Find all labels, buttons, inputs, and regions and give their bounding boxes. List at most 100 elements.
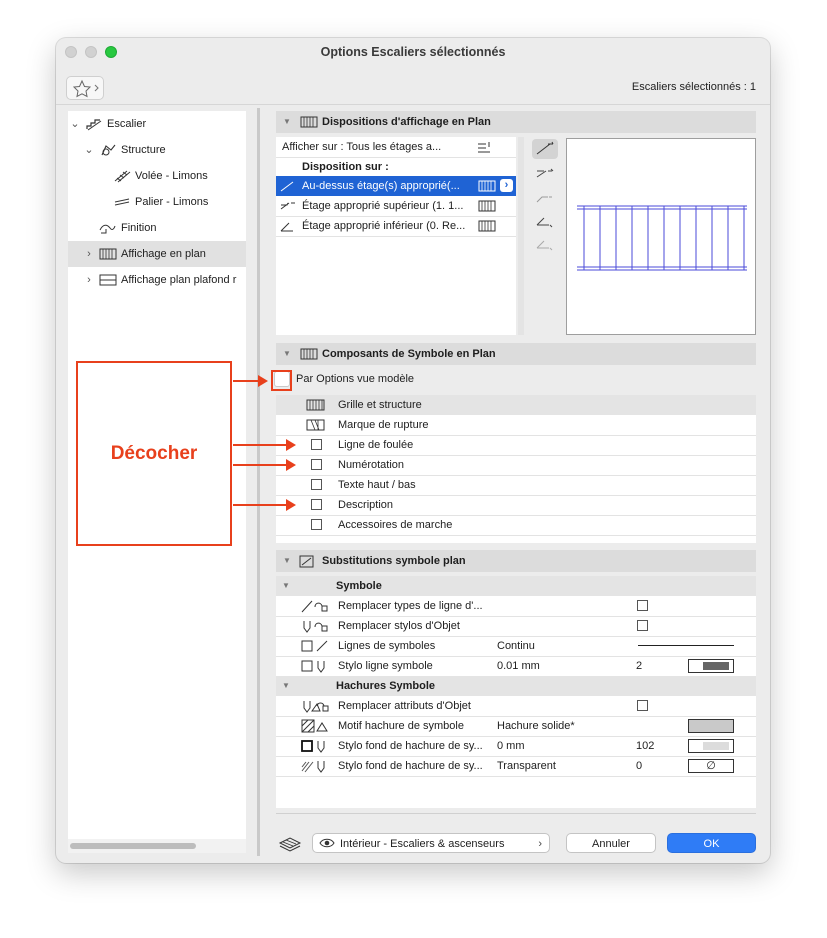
list-scrollbar[interactable] <box>518 137 524 335</box>
annotation-highlight-checkbox <box>271 370 292 391</box>
footer-separator <box>276 813 756 814</box>
cancel-button[interactable]: Annuler <box>566 833 656 853</box>
pen-swatch[interactable] <box>688 739 734 753</box>
section-title: Substitutions symbole plan <box>322 555 466 567</box>
plan-display-icon <box>300 116 318 128</box>
component-row-accessoires[interactable]: Accessoires de marche <box>276 515 756 535</box>
transparent-swatch[interactable]: ∅ <box>688 759 734 773</box>
stair-preview <box>566 138 756 335</box>
types-ligne-checkbox[interactable] <box>637 600 648 611</box>
triangle-down-icon[interactable]: ▼ <box>283 111 291 133</box>
subst-row-attributs[interactable]: Remplacer attributs d'Objet <box>276 696 756 716</box>
zoom-window-button[interactable] <box>105 46 117 58</box>
components-list[interactable]: Grille et structure Marque de rupture Li… <box>276 395 756 543</box>
triangle-down-icon[interactable]: ▼ <box>283 343 291 365</box>
subst-pen-number: 0 <box>636 760 643 772</box>
sidebar-item-volee-limons[interactable]: Volée - Limons <box>68 163 246 189</box>
group-symbole[interactable]: ▼ Symbole <box>276 576 756 596</box>
substitutions-section-header[interactable]: ▼ Substitutions symbole plan <box>276 550 756 572</box>
sidebar-item-label: Escalier <box>107 118 147 130</box>
mode-button-middle[interactable] <box>532 189 558 209</box>
chevron-down-icon[interactable]: ⌄ <box>69 111 81 137</box>
numerotation-checkbox[interactable] <box>311 459 322 470</box>
chevron-right-icon[interactable]: › <box>83 267 95 293</box>
grid-icon <box>478 220 496 232</box>
sidebar-item-affichage-plan-plafond[interactable]: › Affichage plan plafond r <box>68 267 246 293</box>
view-options-button[interactable]: Intérieur - Escaliers & ascenseurs › <box>312 833 550 853</box>
pen-swatch[interactable] <box>688 659 734 673</box>
component-row-rupture[interactable]: Marque de rupture <box>276 415 756 435</box>
component-label: Accessoires de marche <box>338 519 453 531</box>
afficher-sur-row[interactable]: Afficher sur : Tous les étages a... <box>276 137 516 157</box>
accessoires-checkbox[interactable] <box>311 519 322 530</box>
sidebar-scrollbar-track[interactable] <box>68 839 246 853</box>
component-label: Grille et structure <box>338 399 422 411</box>
hatch-swatch[interactable] <box>688 719 734 733</box>
sidebar-item-affichage-en-plan[interactable]: › Affichage en plan <box>68 241 246 267</box>
triangle-down-icon[interactable]: ▼ <box>282 676 290 696</box>
ok-button[interactable]: OK <box>667 833 756 853</box>
subst-row-types-ligne[interactable]: Remplacer types de ligne d'... <box>276 596 756 616</box>
subst-row-stylos[interactable]: Remplacer stylos d'Objet <box>276 616 756 636</box>
sidebar-item-structure[interactable]: ⌄ Structure <box>68 137 246 163</box>
selection-info: Escaliers sélectionnés : 1 <box>631 81 756 93</box>
mode-button-lower[interactable] <box>532 211 558 231</box>
layers-icon[interactable] <box>277 834 303 852</box>
chevron-right-icon[interactable]: › <box>500 179 513 192</box>
component-row-texte[interactable]: Texte haut / bas <box>276 475 756 495</box>
pen-icon <box>301 660 325 673</box>
sidebar-scrollbar-thumb[interactable] <box>70 843 196 849</box>
sidebar-item-finition[interactable]: Finition <box>68 215 246 241</box>
landing-icon <box>114 198 130 206</box>
composants-section-header[interactable]: ▼ Composants de Symbole en Plan <box>276 343 756 365</box>
chevron-down-icon[interactable]: ⌄ <box>83 137 95 163</box>
mode-button-upper[interactable] <box>532 165 558 185</box>
minimize-window-button[interactable] <box>85 46 97 58</box>
triangle-down-icon[interactable]: ▼ <box>283 550 291 572</box>
close-window-button[interactable] <box>65 46 77 58</box>
subst-label: Motif hachure de symbole <box>338 720 464 732</box>
view-options-label: Intérieur - Escaliers & ascenseurs <box>340 838 505 850</box>
mode-button-above[interactable] <box>532 139 558 159</box>
subst-row-stylo-fond-1[interactable]: Stylo fond de hachure de sy... 0 mm 102 <box>276 736 756 756</box>
disposition-item-lower[interactable]: Étage approprié inférieur (0. Re... <box>276 216 516 236</box>
disposition-item-above[interactable]: Au-dessus étage(s) approprié(... › <box>276 176 516 196</box>
subst-value: Hachure solide* <box>497 720 575 732</box>
splitter-handle[interactable] <box>257 108 260 856</box>
description-checkbox[interactable] <box>311 499 322 510</box>
attributs-checkbox[interactable] <box>637 700 648 711</box>
substitutions-table[interactable]: ▼ Symbole Remplacer types de ligne d'...… <box>276 576 756 808</box>
stylos-checkbox[interactable] <box>637 620 648 631</box>
subst-row-motif-hachure[interactable]: Motif hachure de symbole Hachure solide* <box>276 716 756 736</box>
line-type-sample[interactable] <box>638 645 734 646</box>
stair-lower-icon <box>280 222 293 232</box>
mode-button-below[interactable] <box>532 234 558 254</box>
ligne-foulee-checkbox[interactable] <box>311 439 322 450</box>
group-hachures[interactable]: ▼ Hachures Symbole <box>276 676 756 696</box>
component-row-grille[interactable]: Grille et structure <box>276 395 756 415</box>
grid-icon <box>306 399 325 411</box>
component-row-description[interactable]: Description <box>276 495 756 515</box>
disposition-list[interactable]: Afficher sur : Tous les étages a... Disp… <box>276 137 516 335</box>
triangle-down-icon[interactable]: ▼ <box>282 576 290 596</box>
disposition-item-upper[interactable]: Étage approprié supérieur (1. 1... <box>276 196 516 216</box>
section-title: Composants de Symbole en Plan <box>322 348 496 360</box>
sidebar-item-label: Affichage plan plafond r <box>121 274 237 286</box>
floor-icon <box>478 142 490 153</box>
texte-checkbox[interactable] <box>311 479 322 490</box>
chevron-right-icon[interactable]: › <box>83 241 95 267</box>
subst-value: 0 mm <box>497 740 525 752</box>
component-row-numerotation[interactable]: Numérotation <box>276 455 756 475</box>
section-title: Dispositions d'affichage en Plan <box>322 116 491 128</box>
dispositions-section-header[interactable]: ▼ Dispositions d'affichage en Plan <box>276 111 756 133</box>
subst-row-stylo-fond-2[interactable]: Stylo fond de hachure de sy... Transpare… <box>276 756 756 776</box>
sidebar-item-escalier[interactable]: ⌄ Escalier <box>68 111 246 137</box>
subst-row-lignes-symboles[interactable]: Lignes de symboles Continu <box>276 636 756 656</box>
sidebar-item-palier-limons[interactable]: Palier - Limons <box>68 189 246 215</box>
component-row-ligne-foulee[interactable]: Ligne de foulée <box>276 435 756 455</box>
hatch-pattern-icon <box>301 719 328 733</box>
annotation-label: Décocher <box>110 443 198 464</box>
window-title: Options Escaliers sélectionnés <box>320 45 506 59</box>
subst-row-stylo-ligne[interactable]: Stylo ligne symbole 0.01 mm 2 <box>276 656 756 676</box>
favorites-button[interactable] <box>66 76 104 100</box>
